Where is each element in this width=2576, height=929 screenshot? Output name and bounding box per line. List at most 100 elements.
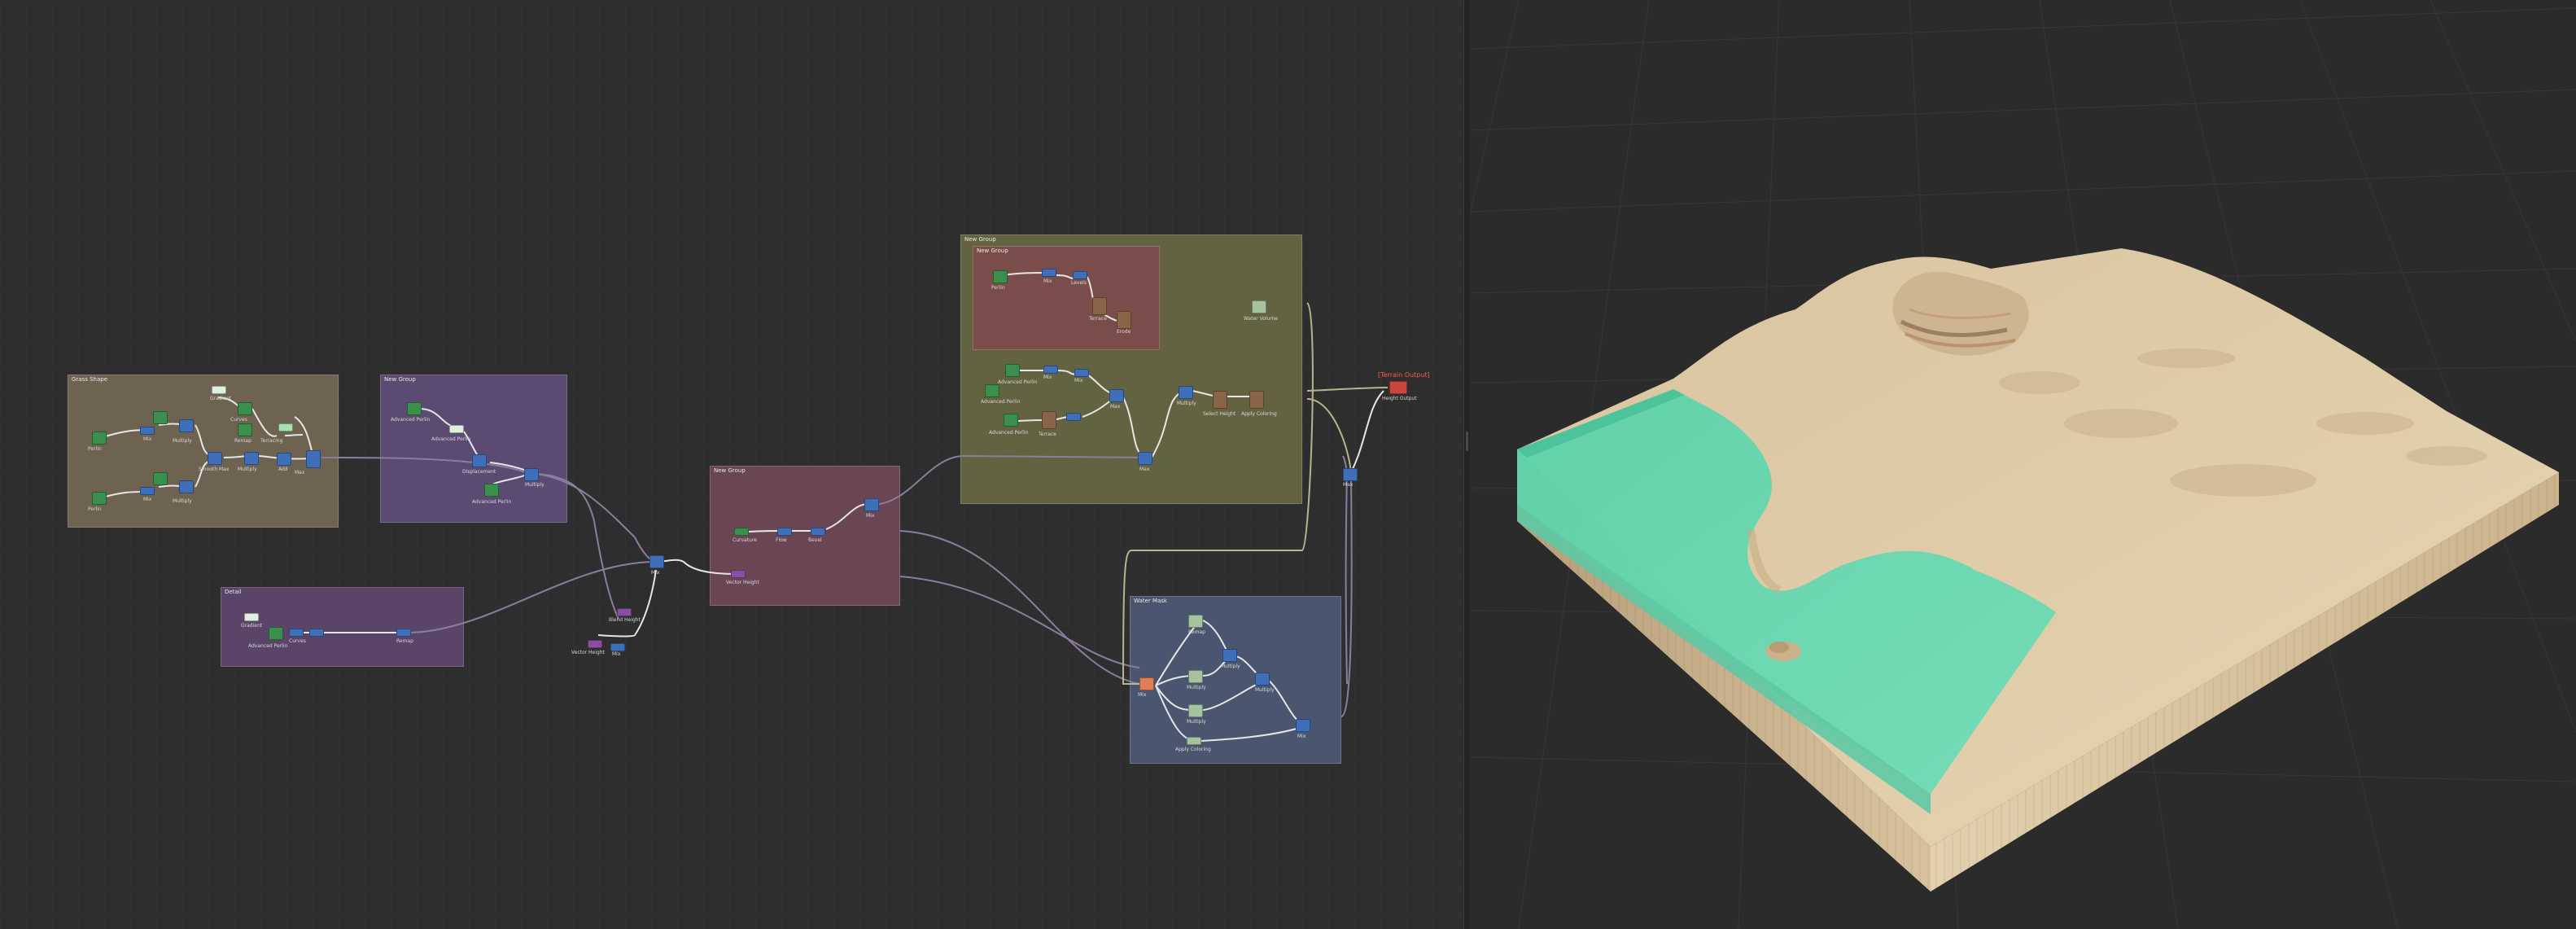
multiply-node[interactable] bbox=[153, 411, 168, 424]
vector-height-node[interactable] bbox=[731, 570, 746, 578]
water-node[interactable] bbox=[1188, 704, 1203, 717]
input-node[interactable] bbox=[1139, 677, 1154, 690]
node-label: Multiply bbox=[1221, 664, 1240, 669]
node-label: Multiply bbox=[1187, 685, 1206, 690]
perlin-node[interactable] bbox=[92, 492, 107, 505]
node-label: Flow bbox=[776, 537, 787, 543]
max-node[interactable] bbox=[1109, 389, 1124, 402]
node-label: Apply Coloring bbox=[1241, 411, 1277, 417]
node-label: Remap bbox=[234, 438, 251, 444]
terrace-node[interactable] bbox=[1042, 411, 1056, 429]
node-label: Blend Height bbox=[609, 617, 641, 623]
multiply-node[interactable] bbox=[244, 452, 259, 465]
node-label: Terracing bbox=[260, 438, 283, 444]
multiply-node[interactable] bbox=[1179, 386, 1193, 399]
node-label: Multiply bbox=[238, 467, 257, 472]
mix-node[interactable] bbox=[864, 498, 879, 511]
node-label: Mix bbox=[143, 497, 152, 502]
displacement-node[interactable] bbox=[472, 454, 487, 467]
node-label: Water Volume bbox=[1244, 316, 1278, 322]
node-label: Mix bbox=[1043, 278, 1052, 284]
mix-node[interactable] bbox=[1066, 413, 1081, 421]
mix-node[interactable] bbox=[1042, 269, 1056, 277]
water-node[interactable] bbox=[1188, 670, 1203, 683]
smooth-max-node[interactable] bbox=[208, 452, 222, 465]
node-label: Curvature bbox=[733, 537, 757, 543]
node-label: Vector Height bbox=[726, 580, 759, 585]
mix-node[interactable] bbox=[1074, 369, 1089, 377]
multiply-node[interactable] bbox=[1255, 673, 1270, 686]
node-label: Multiply bbox=[173, 438, 192, 444]
node-label: Remap bbox=[1188, 629, 1205, 635]
mix-node[interactable] bbox=[649, 555, 664, 568]
node-label: Advanced Perlin bbox=[989, 430, 1029, 436]
node-label: Max bbox=[1110, 404, 1121, 410]
advanced-perlin-node[interactable] bbox=[1005, 364, 1020, 377]
mix-node[interactable] bbox=[1296, 719, 1310, 732]
node-label: Multiply bbox=[1255, 687, 1275, 693]
advanced-perlin-node[interactable] bbox=[407, 402, 422, 415]
node-label: Advanced Perlin bbox=[248, 643, 288, 649]
node-label: Multiply bbox=[173, 498, 192, 504]
node-label: Advanced Perlin bbox=[981, 399, 1021, 405]
3d-viewport[interactable] bbox=[1470, 0, 2576, 929]
multiply-node[interactable] bbox=[524, 468, 539, 481]
perlin-node[interactable] bbox=[92, 432, 107, 445]
add-node[interactable] bbox=[277, 453, 291, 466]
curvature-node[interactable] bbox=[734, 528, 749, 536]
node-label: Multiply bbox=[525, 482, 545, 488]
perlin-node[interactable] bbox=[993, 270, 1008, 283]
gradient-node[interactable] bbox=[244, 613, 259, 621]
advanced-perlin-node[interactable] bbox=[985, 384, 999, 397]
gradient-node[interactable] bbox=[212, 386, 226, 394]
flow-node[interactable] bbox=[777, 528, 792, 536]
terrain-output-warning: [Terrain Output] bbox=[1378, 371, 1430, 379]
erode-node[interactable] bbox=[1117, 311, 1131, 329]
output-node[interactable] bbox=[306, 450, 321, 468]
blend-height-node[interactable] bbox=[617, 608, 632, 616]
mask-node[interactable] bbox=[1252, 300, 1266, 313]
curves-node[interactable] bbox=[238, 402, 252, 415]
node-label: Levels bbox=[1071, 280, 1087, 286]
splitter-grip[interactable] bbox=[1466, 432, 1468, 451]
multiply-node[interactable] bbox=[153, 472, 168, 485]
remap-node[interactable] bbox=[278, 423, 293, 432]
water-node[interactable] bbox=[1187, 737, 1201, 745]
mix-node[interactable] bbox=[1043, 366, 1058, 374]
mix-node[interactable] bbox=[140, 427, 155, 435]
advanced-perlin-node[interactable] bbox=[484, 484, 499, 497]
vector-height-node[interactable] bbox=[588, 640, 602, 648]
multiply-node[interactable] bbox=[1222, 649, 1237, 662]
select-height-node[interactable] bbox=[1213, 391, 1227, 409]
max-node[interactable] bbox=[1138, 452, 1152, 465]
curves-node[interactable] bbox=[289, 629, 304, 637]
max-node[interactable] bbox=[179, 419, 194, 432]
node-label: Multiply bbox=[1177, 401, 1196, 406]
node-label: Mix bbox=[1074, 378, 1083, 383]
node-label: Mix bbox=[612, 651, 621, 657]
water-node[interactable] bbox=[1188, 615, 1203, 628]
remap-node[interactable] bbox=[396, 629, 411, 637]
max-node[interactable] bbox=[179, 480, 194, 493]
terrace-node[interactable] bbox=[1092, 297, 1107, 315]
node-label: Gradient bbox=[241, 623, 263, 629]
bevel-node[interactable] bbox=[811, 528, 825, 536]
node-label: Mix bbox=[143, 436, 152, 442]
remap-node[interactable] bbox=[309, 629, 324, 637]
advanced-perlin-node[interactable] bbox=[269, 627, 283, 640]
node-label: Max bbox=[1343, 482, 1354, 488]
node-label: Advanced Perlin bbox=[431, 436, 471, 442]
remap-node[interactable] bbox=[449, 425, 464, 433]
node-label: Erode bbox=[1117, 329, 1131, 335]
terrain-output-node[interactable] bbox=[1389, 381, 1407, 394]
terracing-node[interactable] bbox=[238, 423, 252, 436]
apply-coloring-node[interactable] bbox=[1249, 391, 1264, 409]
mix-node[interactable] bbox=[610, 643, 625, 651]
mix-node[interactable] bbox=[140, 487, 155, 495]
node-label: Mix bbox=[651, 570, 660, 576]
max-node[interactable] bbox=[1343, 468, 1358, 481]
node-label: Advanced Perlin bbox=[391, 417, 431, 423]
node-graph-editor[interactable]: Grass Shape New Group Detail New Group N… bbox=[0, 0, 1463, 929]
advanced-perlin-node[interactable] bbox=[1004, 414, 1018, 427]
levels-node[interactable] bbox=[1073, 271, 1087, 279]
